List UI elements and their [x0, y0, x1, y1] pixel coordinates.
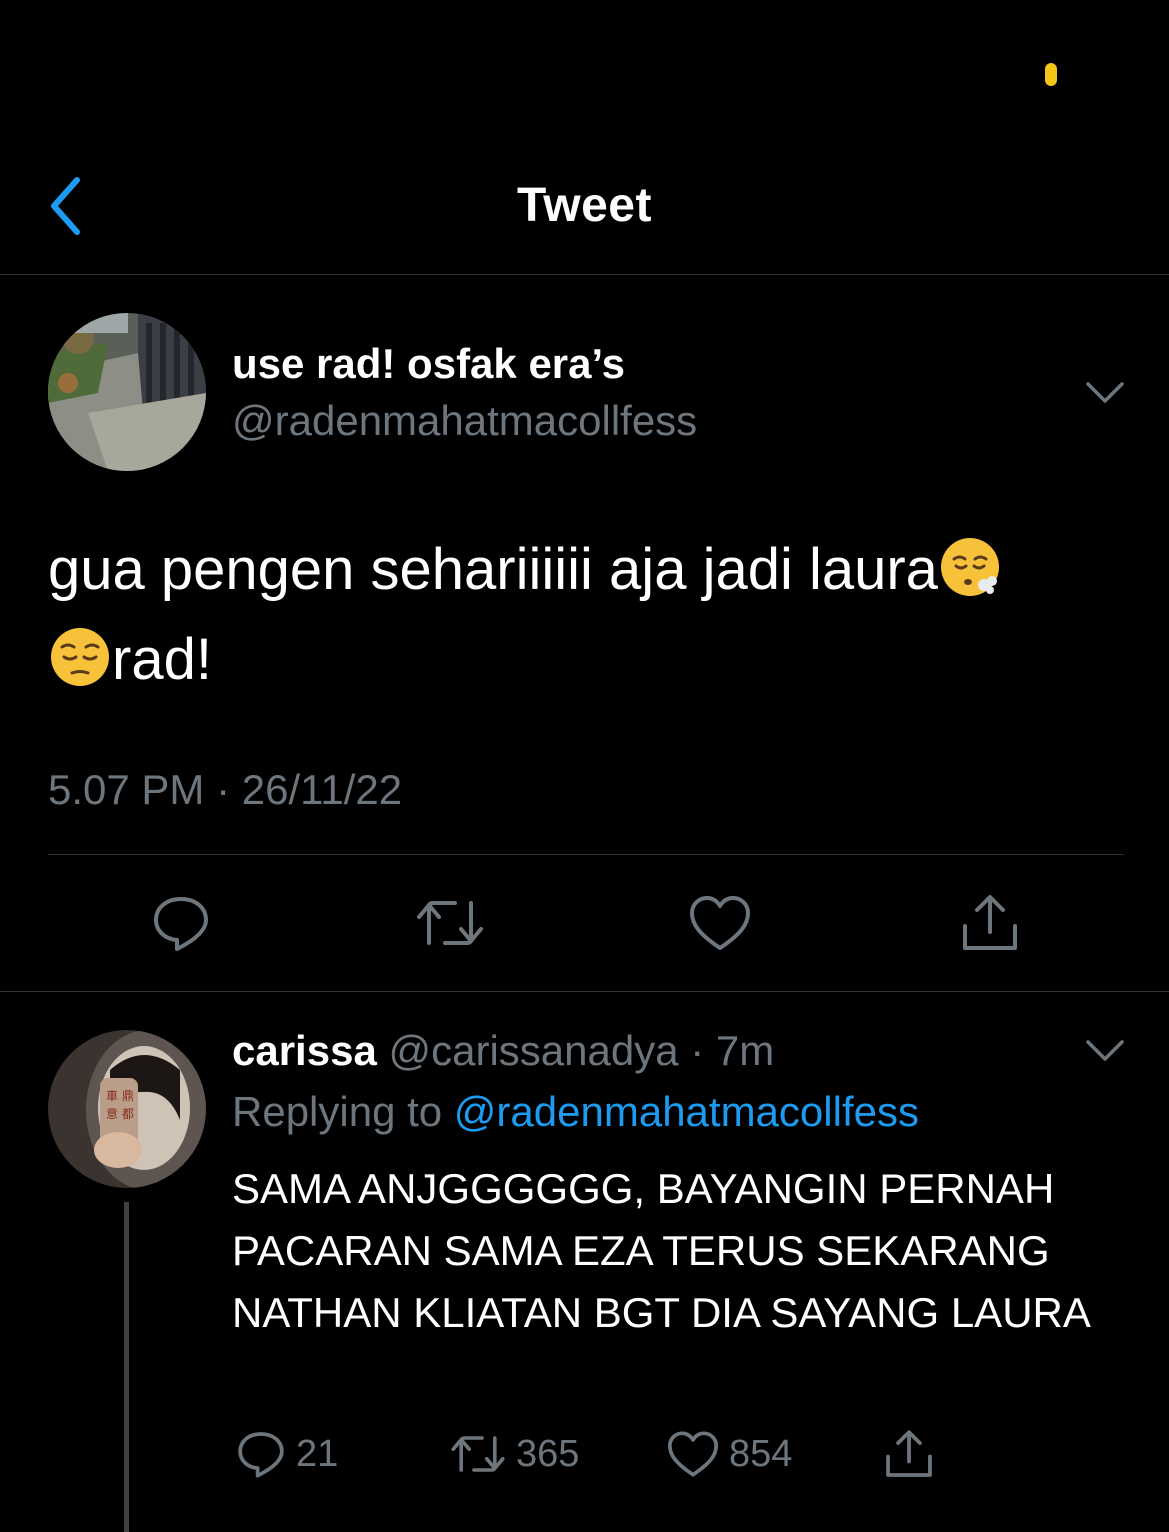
divider: [0, 991, 1169, 992]
reply-icon: [154, 897, 208, 951]
heart-icon: [690, 896, 750, 950]
svg-text:意 都: 意 都: [106, 1106, 134, 1121]
chevron-down-icon: [1086, 382, 1124, 403]
tweet-text: gua pengen sehariiiiii aja jadi laura ra…: [48, 525, 1128, 705]
status-indicator: [1045, 63, 1057, 86]
reply-like-button[interactable]: 854: [667, 1425, 792, 1483]
tweet-text-line2: rad!: [112, 627, 212, 692]
pensive-face-emoji: [51, 628, 109, 686]
reply-text: SAMA ANJGGGGGG, BAYANGIN PERNAH PACARAN …: [232, 1165, 1091, 1336]
like-button[interactable]: [685, 890, 755, 956]
reply-reply-button[interactable]: 21: [236, 1425, 338, 1483]
divider: [48, 854, 1124, 855]
author-avatar[interactable]: [48, 313, 206, 471]
tweet-options-button[interactable]: [1085, 380, 1125, 406]
author-handle[interactable]: @radenmahatmacollfess: [232, 397, 697, 445]
mirror-selfie-avatar-image: 車 鼎 意 都: [48, 1030, 206, 1188]
reply-retweet-button[interactable]: 365: [450, 1425, 579, 1483]
reply-author-avatar[interactable]: 車 鼎 意 都: [48, 1030, 206, 1188]
author-name[interactable]: use rad! osfak era’s: [232, 340, 625, 388]
replying-to-label: Replying to: [232, 1088, 443, 1135]
reply-icon: [238, 1432, 284, 1478]
replying-to: Replying to @radenmahatmacollfess: [232, 1088, 919, 1136]
page-title: Tweet: [517, 179, 652, 232]
like-count: 854: [729, 1432, 793, 1475]
reply-count: 21: [296, 1432, 339, 1475]
retweet-count: 365: [516, 1432, 580, 1475]
retweet-icon: [417, 901, 483, 945]
reply-action-bar: 21 365 854: [0, 1425, 1169, 1485]
reply-button[interactable]: [146, 890, 216, 956]
top-nav-bar: Tweet: [0, 150, 1169, 275]
share-icon: [963, 895, 1017, 950]
campus-photo-avatar-image: [48, 313, 206, 471]
chevron-down-icon: [1086, 1040, 1124, 1061]
reply-share-button[interactable]: [883, 1425, 945, 1483]
heart-icon: [667, 1431, 719, 1477]
reply-options-button[interactable]: [1085, 1038, 1125, 1064]
reply-author-name[interactable]: carissa: [232, 1027, 377, 1074]
share-icon: [886, 1430, 932, 1477]
face-exhaling-emoji: [940, 538, 999, 596]
tweet-action-bar: [0, 890, 1169, 960]
reply-time: · 7m: [690, 1027, 775, 1074]
retweet-button[interactable]: [415, 890, 485, 956]
reply-header: carissa @carissanadya · 7m: [232, 1027, 774, 1075]
replying-to-handle-link[interactable]: @radenmahatmacollfess: [454, 1088, 919, 1135]
retweet-icon: [451, 1436, 505, 1472]
svg-text:車 鼎: 車 鼎: [106, 1089, 134, 1103]
tweet-text-line1: gua pengen sehariiiiii aja jadi laura: [48, 537, 938, 602]
reply-author-handle[interactable]: @carissanadya: [388, 1027, 678, 1074]
tweet-timestamp[interactable]: 5.07 PM · 26/11/22: [48, 766, 402, 814]
share-button[interactable]: [955, 890, 1025, 956]
